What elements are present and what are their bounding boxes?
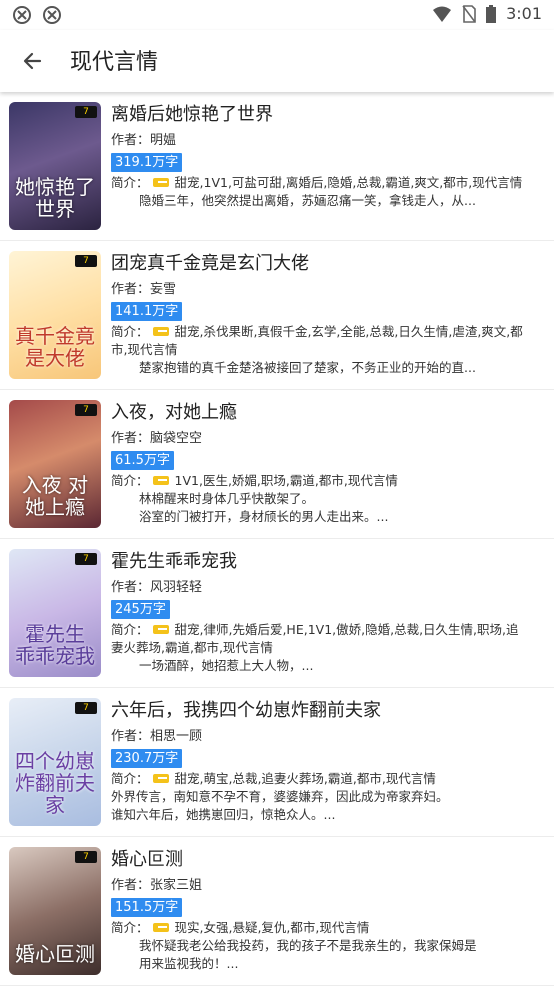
intro-label: 简介： <box>111 324 149 339</box>
word-count-badge: 151.5万字 <box>111 898 183 917</box>
app-notification-icon <box>43 6 61 24</box>
author-label: 作者： <box>111 580 151 595</box>
book-title[interactable]: 入夜，对她上瘾 <box>111 400 524 426</box>
book-description: 楚家抱错的真千金楚洛被接回了楚家，不务正业的开始的直... <box>139 360 476 375</box>
cover-title: 她惊艳了世界 <box>15 175 95 221</box>
book-description: 林棉醒来时身体几乎快散架了。 浴室的门被打开，身材颀长的男人走出来。... <box>139 491 389 524</box>
book-cover[interactable]: 7 入夜 对她上瘾 <box>9 400 101 528</box>
author-label: 作者： <box>111 431 151 446</box>
author-row: 作者：张家三姐 <box>111 877 524 895</box>
author-name: 张家三姐 <box>150 878 203 893</box>
book-tags: 现实,女强,悬疑,复仇,都市,现代言情 <box>174 920 370 935</box>
author-label: 作者： <box>111 133 151 148</box>
book-tags: 甜宠,律师,先婚后爱,HE,1V1,傲娇,隐婚,总裁,日久生情,职场,追妻火葬场… <box>111 622 519 655</box>
word-count-badge: 319.1万字 <box>111 153 183 172</box>
cover-title: 真千金竟是大佬 <box>15 324 95 370</box>
no-sim-icon <box>462 4 476 23</box>
book-cover[interactable]: 7 霍先生 乖乖宠我 <box>9 549 101 677</box>
author-row: 作者：明媪 <box>111 132 524 150</box>
book-title[interactable]: 六年后，我携四个幼崽炸翻前夫家 <box>111 698 524 724</box>
book-list-item[interactable]: 7 四个幼崽 炸翻前夫家 六年后，我携四个幼崽炸翻前夫家 作者：相思一顾 230… <box>0 688 554 837</box>
book-cover[interactable]: 7 婚心叵测 <box>9 847 101 975</box>
author-label: 作者： <box>111 878 151 893</box>
cover-title: 入夜 对她上瘾 <box>21 473 89 519</box>
publisher-badge: 7 <box>75 106 97 118</box>
publisher-badge: 7 <box>75 255 97 267</box>
book-list-item[interactable]: 7 入夜 对她上瘾 入夜，对她上瘾 作者：脑袋空空 61.5万字 简介： 1V1,… <box>0 390 554 539</box>
intro-label: 简介： <box>111 622 149 637</box>
author-row: 作者：风羽轻轻 <box>111 579 524 597</box>
book-list-item[interactable]: 7 真千金竟是大佬 团宠真千金竟是玄门大佬 作者：妄雪 141.1万字 简介：甜… <box>0 241 554 390</box>
book-intro: 简介： 甜宠,萌宝,总裁,追妻火葬场,霸道,都市,现代言情 <box>111 770 524 788</box>
author-name: 明媪 <box>150 133 177 148</box>
author-row: 作者：相思一顾 <box>111 728 524 746</box>
word-count-badge: 61.5万字 <box>111 451 174 470</box>
book-list-item[interactable]: 7 她惊艳了世界 离婚后她惊艳了世界 作者：明媪 319.1万字 简介： 甜宠,1… <box>0 92 554 241</box>
publisher-badge: 7 <box>75 851 97 863</box>
author-label: 作者： <box>111 282 151 297</box>
tag-icon <box>152 774 169 783</box>
book-title[interactable]: 团宠真千金竟是玄门大佬 <box>111 251 524 277</box>
word-count-badge: 230.7万字 <box>111 749 183 768</box>
book-intro: 简介： 现实,女强,悬疑,复仇,都市,现代言情 <box>111 919 524 937</box>
publisher-badge: 7 <box>75 404 97 416</box>
intro-label: 简介： <box>111 473 149 488</box>
app-bar: 现代言情 <box>0 30 554 92</box>
book-title[interactable]: 霍先生乖乖宠我 <box>111 549 524 575</box>
book-intro: 简介： 甜宠,1V1,可盐可甜,离婚后,隐婚,总裁,霸道,爽文,都市,现代言情 <box>111 174 524 192</box>
book-list: 7 她惊艳了世界 离婚后她惊艳了世界 作者：明媪 319.1万字 简介： 甜宠,1… <box>0 92 554 986</box>
book-cover[interactable]: 7 四个幼崽 炸翻前夫家 <box>9 698 101 826</box>
author-name: 相思一顾 <box>150 729 203 744</box>
intro-label: 简介： <box>111 771 149 786</box>
author-label: 作者： <box>111 729 151 744</box>
book-list-item[interactable]: 7 婚心叵测 婚心叵测 作者：张家三姐 151.5万字 简介： 现实,女强,悬疑,… <box>0 837 554 986</box>
book-description: 一场酒醉，她招惹上大人物，... <box>139 658 314 673</box>
intro-label: 简介： <box>111 175 149 190</box>
battery-icon <box>486 4 497 23</box>
publisher-badge: 7 <box>75 702 97 714</box>
book-intro: 简介： 1V1,医生,娇媚,职场,霸道,都市,现代言情 <box>111 472 524 490</box>
author-row: 作者：妄雪 <box>111 281 524 299</box>
status-time: 3:01 <box>506 4 542 23</box>
cover-title: 婚心叵测 <box>15 942 95 966</box>
book-tags: 甜宠,1V1,可盐可甜,离婚后,隐婚,总裁,霸道,爽文,都市,现代言情 <box>174 175 523 190</box>
tag-icon <box>152 625 169 634</box>
app-notification-icon <box>13 6 31 24</box>
book-intro: 简介： 甜宠,杀伐果断,真假千金,玄学,全能,总裁,日久生情,虐渣,爽文,都市,现… <box>111 323 524 359</box>
book-description: 我怀疑我老公给我投药，我的孩子不是我亲生的，我家保姆是 用来监视我的！... <box>139 938 477 971</box>
word-count-badge: 245万字 <box>111 600 170 619</box>
author-name: 脑袋空空 <box>150 431 203 446</box>
wifi-icon <box>433 6 452 22</box>
book-list-item[interactable]: 7 霍先生 乖乖宠我 霍先生乖乖宠我 作者：风羽轻轻 245万字 简介： 甜宠,律… <box>0 539 554 688</box>
page-title: 现代言情 <box>70 50 159 75</box>
tag-icon <box>152 178 169 187</box>
status-bar: 3:01 <box>0 0 554 30</box>
cover-title: 四个幼崽 炸翻前夫家 <box>15 749 95 817</box>
author-name: 风羽轻轻 <box>150 580 203 595</box>
tag-icon <box>152 327 169 336</box>
author-row: 作者：脑袋空空 <box>111 430 524 448</box>
book-title[interactable]: 离婚后她惊艳了世界 <box>111 102 524 128</box>
book-intro: 简介： 甜宠,律师,先婚后爱,HE,1V1,傲娇,隐婚,总裁,日久生情,职场,追妻… <box>111 621 524 657</box>
book-tags: 甜宠,萌宝,总裁,追妻火葬场,霸道,都市,现代言情 <box>174 771 436 786</box>
intro-label: 简介： <box>111 920 149 935</box>
book-tags: 1V1,医生,娇媚,职场,霸道,都市,现代言情 <box>174 473 398 488</box>
book-description: 外界传言，南知意不孕不育，婆婆嫌弃，因此成为帝家弃妇。 谁知六年后，她携崽回归，… <box>111 789 449 822</box>
word-count-badge: 141.1万字 <box>111 302 183 321</box>
publisher-badge: 7 <box>75 553 97 565</box>
book-cover[interactable]: 7 真千金竟是大佬 <box>9 251 101 379</box>
book-cover[interactable]: 7 她惊艳了世界 <box>9 102 101 230</box>
tag-icon <box>152 476 169 485</box>
cover-title: 霍先生 乖乖宠我 <box>15 622 95 668</box>
book-description: 隐婚三年，他突然提出离婚，苏婳忍痛一笑，拿钱走人，从... <box>139 193 476 208</box>
book-title[interactable]: 婚心叵测 <box>111 847 524 873</box>
tag-icon <box>152 923 169 932</box>
back-arrow-icon[interactable] <box>18 46 48 76</box>
book-tags: 甜宠,杀伐果断,真假千金,玄学,全能,总裁,日久生情,虐渣,爽文,都市,现代言情 <box>111 324 523 357</box>
author-name: 妄雪 <box>150 282 177 297</box>
